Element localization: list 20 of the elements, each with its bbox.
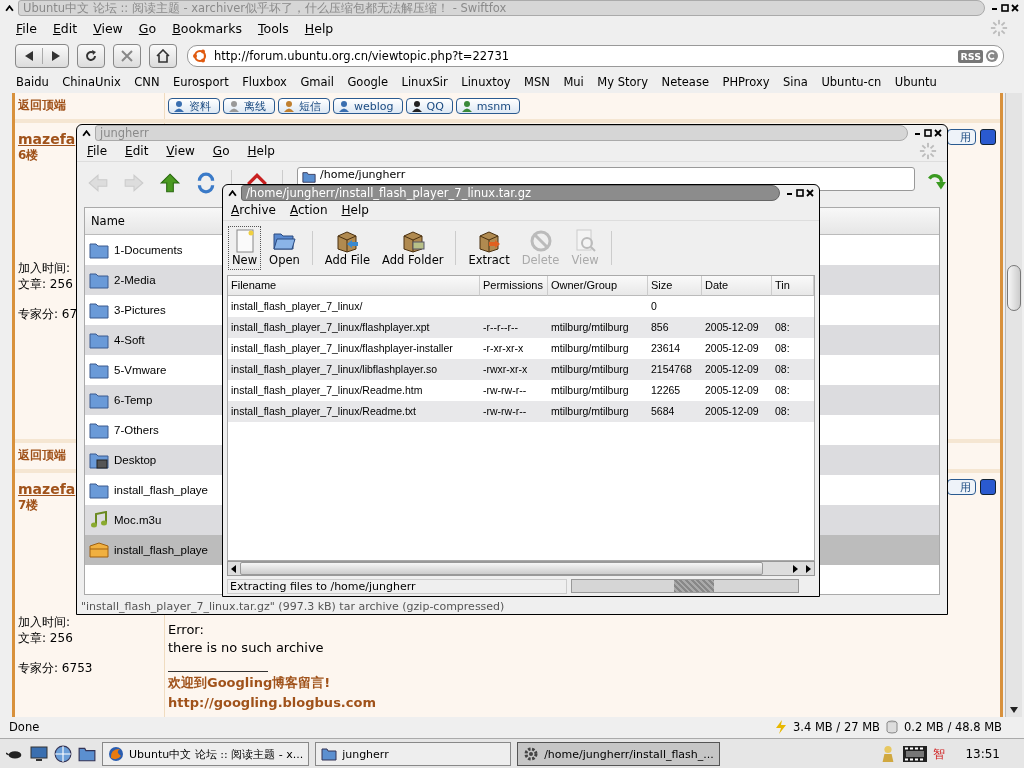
status-text: "install_flash_player_7_linux.tar.gz" (997.3 kB) tar archive (gzip-compressed)	[80, 598, 506, 614]
user-info: 专家分: 6753	[18, 660, 93, 676]
user-info: 文章: 256	[18, 630, 73, 646]
user-info: 文章: 256	[18, 276, 73, 292]
clock: 13:51	[965, 747, 1000, 761]
post-text: Error:	[168, 621, 205, 639]
post-text: there is no such archive	[168, 639, 325, 657]
status-text: Extracting files to /home/jungherr	[227, 578, 567, 594]
floor-number: 6楼	[18, 147, 39, 164]
window-title: jungherr	[95, 125, 908, 141]
memory-usage: 0.2 MB / 48.8 MB	[904, 720, 1002, 734]
window-title: /home/jungherr/install_flash_player_7_linux.tar.gz	[241, 185, 780, 201]
user-info: 加入时间:	[18, 260, 71, 276]
memory-usage: 3.4 MB / 27 MB	[792, 720, 880, 734]
signature-text: 欢迎到Googling博客留言!	[168, 674, 332, 692]
floor-number: 7楼	[18, 497, 39, 514]
window-title: Ubuntu中文 论坛 :: 阅读主题 - xarchiver似乎坏了，什么压缩包都无法解压缩！ - Swiftfox	[18, 0, 985, 16]
user-info: 加入时间:	[18, 614, 71, 630]
user-info: 专家分: 67	[18, 306, 78, 322]
status-text: Done	[9, 720, 40, 734]
